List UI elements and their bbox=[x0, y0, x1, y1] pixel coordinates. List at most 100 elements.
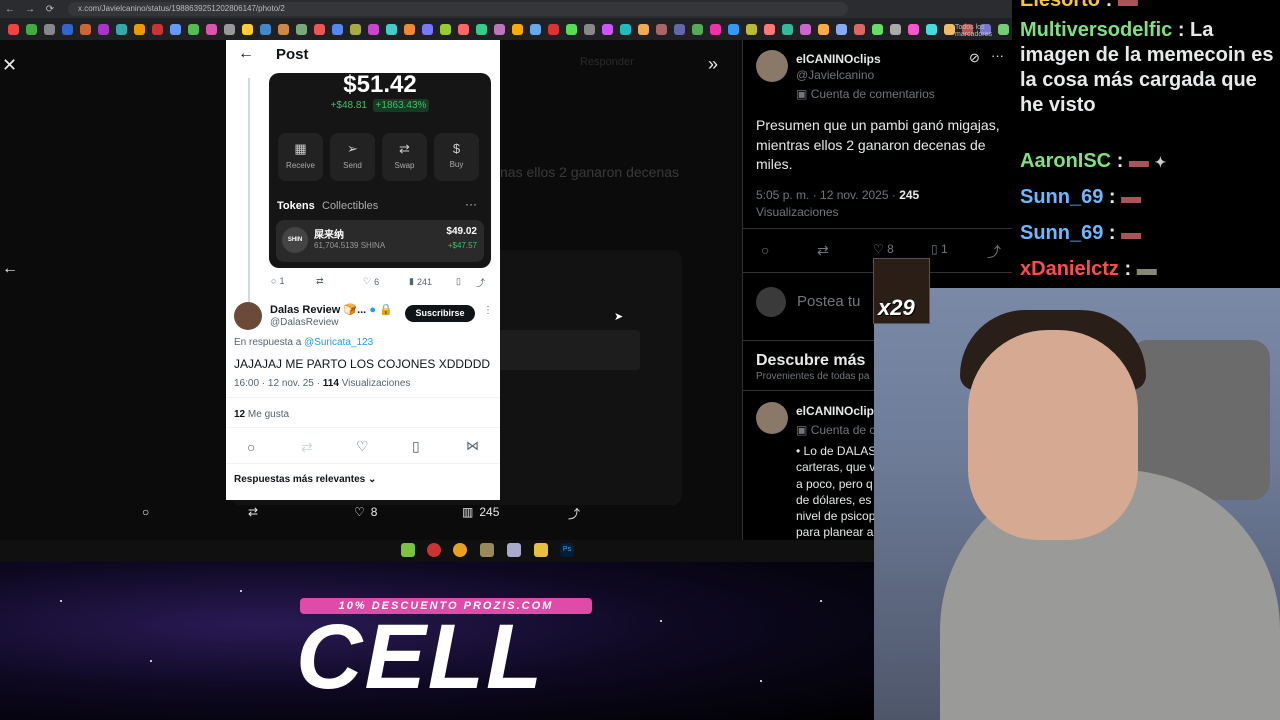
bookmark-icon: ▯ bbox=[931, 242, 938, 256]
bookmark-favicon-icon[interactable] bbox=[80, 23, 91, 35]
avatar[interactable] bbox=[756, 402, 788, 434]
bookmark-favicon-icon[interactable] bbox=[512, 23, 523, 35]
bookmark-favicon-icon[interactable] bbox=[836, 23, 847, 35]
token-change: +$47.57 bbox=[447, 241, 477, 250]
app-icon[interactable] bbox=[427, 543, 441, 557]
bookmark-favicon-icon[interactable] bbox=[206, 23, 217, 35]
bookmark-favicon-icon[interactable] bbox=[440, 23, 451, 35]
bookmark-favicon-icon[interactable] bbox=[368, 23, 379, 35]
like-button[interactable]: ♡ 8 bbox=[873, 242, 894, 256]
bookmark-button[interactable]: ▯ 1 bbox=[931, 242, 948, 256]
account-type: ▣ Cuenta de comentarios bbox=[796, 87, 935, 101]
url-bar[interactable]: x.com/Javielcanino/status/19886392512028… bbox=[68, 2, 848, 16]
bookmark-favicon-icon[interactable] bbox=[926, 23, 937, 35]
share-icon[interactable]: ⤴ bbox=[987, 242, 1001, 262]
thread-line bbox=[248, 78, 250, 313]
emote-count: x29 bbox=[878, 295, 915, 320]
viewer-like-button[interactable]: ♡ 8 bbox=[354, 505, 377, 519]
bookmark-favicon-icon[interactable] bbox=[854, 23, 865, 35]
bookmark-favicon-icon[interactable] bbox=[8, 23, 19, 35]
bookmark-favicon-icon[interactable] bbox=[296, 23, 307, 35]
bookmark-favicon-icon[interactable] bbox=[782, 23, 793, 35]
collapse-panel-icon[interactable]: » bbox=[708, 54, 718, 75]
bookmark-favicon-icon[interactable] bbox=[548, 23, 559, 35]
bookmark-favicon-icon[interactable] bbox=[170, 23, 181, 35]
bookmark-favicon-icon[interactable] bbox=[566, 23, 577, 35]
bookmark-favicon-icon[interactable] bbox=[98, 23, 109, 35]
bookmark-favicon-icon[interactable] bbox=[188, 23, 199, 35]
chat-message: Sunn_69 : ▬ bbox=[1020, 186, 1142, 208]
prev-photo-icon[interactable]: ← bbox=[2, 260, 18, 278]
discover-account: ▣ Cuenta de c bbox=[796, 423, 876, 437]
bookmark-favicon-icon[interactable] bbox=[152, 23, 163, 35]
bookmark-favicon-icon[interactable] bbox=[224, 23, 235, 35]
more-options-icon[interactable]: ··· bbox=[991, 48, 1004, 63]
bookmark-favicon-icon[interactable] bbox=[476, 23, 487, 35]
bookmark-favicon-icon[interactable] bbox=[260, 23, 271, 35]
bookmark-favicon-icon[interactable] bbox=[656, 23, 667, 35]
bookmark-favicon-icon[interactable] bbox=[26, 23, 37, 35]
viewer-views-button[interactable]: ▥ 245 bbox=[462, 505, 499, 519]
badge-icon: ▣ bbox=[796, 87, 808, 101]
bookmark-favicon-icon[interactable] bbox=[674, 23, 685, 35]
bookmark-favicon-icon[interactable] bbox=[764, 23, 775, 35]
app-icon[interactable] bbox=[507, 543, 521, 557]
app-icon[interactable] bbox=[480, 543, 494, 557]
bookmark-favicon-icon[interactable] bbox=[584, 23, 595, 35]
bookmark-favicon-icon[interactable] bbox=[278, 23, 289, 35]
bookmark-favicon-icon[interactable] bbox=[44, 23, 55, 35]
viewer-share-icon[interactable]: ⤴ bbox=[568, 505, 580, 522]
bookmark-favicon-icon[interactable] bbox=[494, 23, 505, 35]
reply-icon[interactable]: ○ bbox=[761, 242, 769, 258]
bookmark-favicon-icon[interactable] bbox=[386, 23, 397, 35]
compose-input[interactable]: Postea tu bbox=[797, 293, 860, 310]
folder-icon[interactable] bbox=[534, 543, 548, 557]
reply-author-name: Dalas Review 🍞... ● 🔒 bbox=[270, 304, 393, 316]
bookmark-favicon-icon[interactable] bbox=[818, 23, 829, 35]
bookmark-favicon-icon[interactable] bbox=[620, 23, 631, 35]
grok-icon[interactable]: ⊘ bbox=[969, 50, 980, 66]
viewer-reply-icon[interactable]: ○ bbox=[142, 505, 149, 519]
verified-icon: ● bbox=[369, 304, 376, 316]
viewer-repost-icon[interactable]: ⇄ bbox=[248, 505, 258, 519]
bookmark-favicon-icon[interactable] bbox=[422, 23, 433, 35]
discover-author[interactable]: elCANINOclip bbox=[796, 404, 874, 418]
wallet-change: +$48.81 +1863.43% bbox=[269, 99, 491, 112]
forward-nav-icon[interactable]: → bbox=[20, 4, 40, 15]
close-icon[interactable]: ✕ bbox=[2, 55, 17, 76]
bookmark-favicon-icon[interactable] bbox=[638, 23, 649, 35]
bookmark-favicon-icon[interactable] bbox=[350, 23, 361, 35]
app-icon[interactable] bbox=[401, 543, 415, 557]
bookmark-favicon-icon[interactable] bbox=[116, 23, 127, 35]
bookmark-favicon-icon[interactable] bbox=[332, 23, 343, 35]
bookmark-favicon-icon[interactable] bbox=[134, 23, 145, 35]
bookmark-favicon-icon[interactable] bbox=[404, 23, 415, 35]
bookmark-favicon-icon[interactable] bbox=[890, 23, 901, 35]
reload-icon[interactable]: ⟳ bbox=[40, 4, 60, 15]
bookmark-favicon-icon[interactable] bbox=[728, 23, 739, 35]
bookmark-favicon-icon[interactable] bbox=[242, 23, 253, 35]
bookmark-favicon-icon[interactable] bbox=[602, 23, 613, 35]
bookmark-favicon-icon[interactable] bbox=[314, 23, 325, 35]
bookmark-favicon-icon[interactable] bbox=[800, 23, 811, 35]
bookmark-favicon-icon[interactable] bbox=[944, 23, 955, 35]
avatar[interactable] bbox=[756, 50, 788, 82]
bookmark-favicon-icon[interactable] bbox=[872, 23, 883, 35]
tweet-author-handle[interactable]: @Javielcanino bbox=[796, 68, 874, 82]
bookmark-favicon-icon[interactable] bbox=[746, 23, 757, 35]
all-bookmarks-label[interactable]: Todos los marcadores bbox=[955, 24, 1012, 38]
chrome-icon[interactable] bbox=[453, 543, 467, 557]
tweet-author-name[interactable]: elCANINOclips bbox=[796, 52, 881, 66]
bookmark-favicon-icon[interactable] bbox=[62, 23, 73, 35]
quoted-like-count: ♡ 6 bbox=[363, 276, 380, 287]
photoshop-icon[interactable]: Ps bbox=[560, 543, 574, 557]
repost-icon[interactable]: ⇄ bbox=[817, 242, 829, 259]
divider bbox=[226, 397, 500, 398]
bookmark-favicon-icon[interactable] bbox=[530, 23, 541, 35]
bookmark-favicon-icon[interactable] bbox=[908, 23, 919, 35]
bookmark-favicon-icon[interactable] bbox=[692, 23, 703, 35]
back-nav-icon[interactable]: ← bbox=[0, 4, 20, 15]
bookmarks-bar bbox=[0, 20, 1081, 38]
bookmark-favicon-icon[interactable] bbox=[458, 23, 469, 35]
bookmark-favicon-icon[interactable] bbox=[710, 23, 721, 35]
